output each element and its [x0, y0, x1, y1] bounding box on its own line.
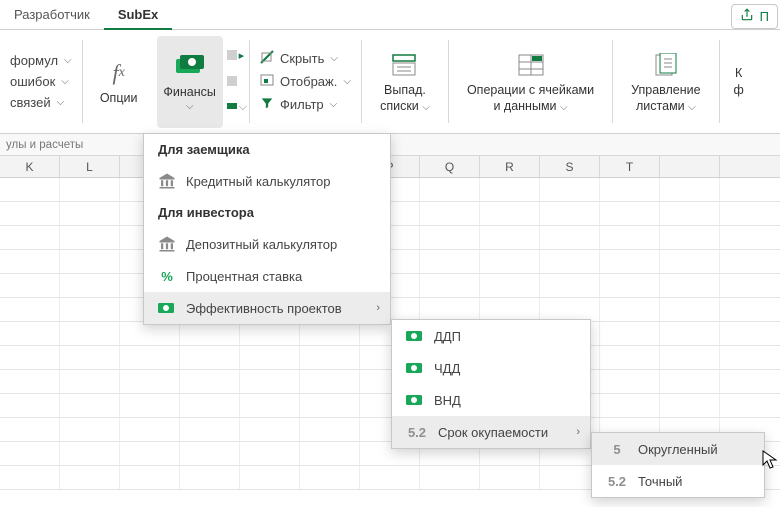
chevron-down-icon: ⌵ — [61, 76, 69, 87]
money-icon — [406, 391, 424, 409]
efficiency-submenu: ДДП ЧДД ВНД 5.2 Срок окупаемости › — [391, 319, 591, 449]
money-icon — [174, 51, 206, 83]
menu-item-exact[interactable]: 5.2 Точный — [592, 465, 764, 497]
tiny-b[interactable] — [227, 76, 247, 86]
menu-item-label: Депозитный калькулятор — [186, 237, 337, 252]
menu-item-ddp[interactable]: ДДП — [392, 320, 590, 352]
money-icon — [406, 359, 424, 377]
sheets-label2: листами ⌵ — [636, 99, 696, 114]
percent-icon: % — [158, 267, 176, 285]
grid-row[interactable] — [0, 346, 780, 370]
menu-section-investor: Для инвестора — [144, 197, 390, 228]
show-icon — [260, 73, 274, 90]
column-header[interactable]: R — [480, 156, 540, 177]
menu-item-label: ВНД — [434, 393, 461, 408]
menu-item-label: Точный — [638, 474, 682, 489]
menu-item-credit-calc[interactable]: Кредитный калькулятор — [144, 165, 390, 197]
payback-submenu: 5 Округленный 5.2 Точный — [591, 432, 765, 498]
tiny-c[interactable]: ⌵ — [227, 101, 247, 114]
sheets-icon — [650, 49, 682, 81]
ribbon-formulas-label: формул — [10, 53, 58, 68]
menu-item-label: Эффективность проектов — [186, 301, 342, 316]
dropdown-icon — [389, 49, 421, 81]
chevron-down-icon: ⌵ — [343, 76, 351, 87]
menu-item-vnd[interactable]: ВНД — [392, 384, 590, 416]
menu-item-project-efficiency[interactable]: Эффективность проектов › — [144, 292, 390, 324]
share-icon — [740, 8, 754, 25]
ribbon-show[interactable]: Отображ. ⌵ — [260, 73, 351, 90]
column-header[interactable]: K — [0, 156, 60, 177]
last-label2: ф — [733, 83, 743, 97]
ribbon-hide[interactable]: Скрыть ⌵ — [260, 50, 351, 67]
cells-icon — [515, 49, 547, 81]
tab-subex[interactable]: SubEx — [104, 3, 172, 30]
share-button[interactable]: П — [731, 4, 778, 29]
column-header[interactable]: Q — [420, 156, 480, 177]
chevron-down-icon: ⌵ — [186, 101, 194, 112]
last-button[interactable]: К ф — [730, 36, 748, 128]
menu-item-label: ДДП — [434, 329, 461, 344]
finance-label: Финансы — [163, 85, 215, 99]
finance-menu: Для заемщика Кредитный калькулятор Для и… — [143, 133, 391, 325]
last-label1: К — [735, 66, 742, 80]
chevron-right-icon: › — [576, 426, 580, 438]
money-icon — [158, 299, 176, 317]
menu-item-interest-rate[interactable]: % Процентная ставка — [144, 260, 390, 292]
menu-item-payback[interactable]: 5.2 Срок окупаемости › — [392, 416, 590, 448]
tab-developer[interactable]: Разработчик — [0, 3, 104, 30]
cells-label2: и данными ⌵ — [493, 99, 567, 114]
ribbon-show-label: Отображ. — [280, 74, 337, 89]
fx-icon: fx — [103, 57, 135, 89]
menu-item-label: ЧДД — [434, 361, 460, 376]
ribbon-filter-label: Фильтр — [280, 97, 324, 112]
number-icon: 5.2 — [606, 472, 628, 490]
chevron-down-icon: ⌵ — [330, 99, 338, 110]
sheets-label1: Управление — [631, 83, 701, 97]
menu-item-label: Срок окупаемости — [438, 425, 548, 440]
menu-item-label: Кредитный калькулятор — [186, 174, 330, 189]
ribbon-errors-label: ошибок — [10, 74, 55, 89]
chevron-down-icon: ⌵ — [57, 97, 65, 108]
share-label: П — [760, 9, 769, 24]
bank-icon — [158, 235, 176, 253]
menu-item-chdd[interactable]: ЧДД — [392, 352, 590, 384]
options-label: Опции — [100, 91, 138, 105]
chevron-down-icon: ⌵ — [330, 53, 338, 64]
menu-item-label: Процентная ставка — [186, 269, 302, 284]
grid-row[interactable] — [0, 322, 780, 346]
ribbon-links-label: связей — [10, 95, 51, 110]
column-header[interactable]: S — [540, 156, 600, 177]
options-button[interactable]: fx Опции — [93, 36, 145, 128]
ribbon-errors[interactable]: ошибок ⌵ — [10, 74, 72, 89]
menu-item-rounded[interactable]: 5 Округленный — [592, 433, 764, 465]
menu-item-label: Округленный — [638, 442, 718, 457]
finance-button[interactable]: Финансы ⌵ — [157, 36, 223, 128]
number-icon: 5 — [606, 440, 628, 458]
grid-row[interactable] — [0, 370, 780, 394]
chevron-right-icon: › — [376, 302, 380, 314]
ribbon-filter[interactable]: Фильтр ⌵ — [260, 96, 351, 113]
sheets-button[interactable]: Управление листами ⌵ — [623, 36, 709, 128]
bank-icon — [158, 172, 176, 190]
grid-row[interactable] — [0, 394, 780, 418]
column-header[interactable]: L — [60, 156, 120, 177]
chevron-down-icon: ⌵ — [64, 55, 72, 66]
menu-item-deposit-calc[interactable]: Депозитный калькулятор — [144, 228, 390, 260]
filter-icon — [260, 96, 274, 113]
menu-section-borrower: Для заемщика — [144, 134, 390, 165]
number-icon: 5.2 — [406, 423, 428, 441]
dropdown-lists-button[interactable]: Выпад. списки ⌵ — [372, 36, 438, 128]
dropdown-label2: списки ⌵ — [380, 99, 430, 114]
money-icon — [406, 327, 424, 345]
column-header[interactable] — [660, 156, 720, 177]
hide-icon — [260, 50, 274, 67]
column-header[interactable]: T — [600, 156, 660, 177]
cells-data-button[interactable]: Операции с ячейками и данными ⌵ — [459, 36, 602, 128]
tiny-a[interactable]: ▸ — [227, 49, 247, 62]
dropdown-label1: Выпад. — [384, 83, 426, 97]
ribbon-links[interactable]: связей ⌵ — [10, 95, 72, 110]
cells-label1: Операции с ячейками — [467, 83, 594, 97]
ribbon-formulas[interactable]: формул ⌵ — [10, 53, 72, 68]
ribbon-hide-label: Скрыть — [280, 51, 324, 66]
